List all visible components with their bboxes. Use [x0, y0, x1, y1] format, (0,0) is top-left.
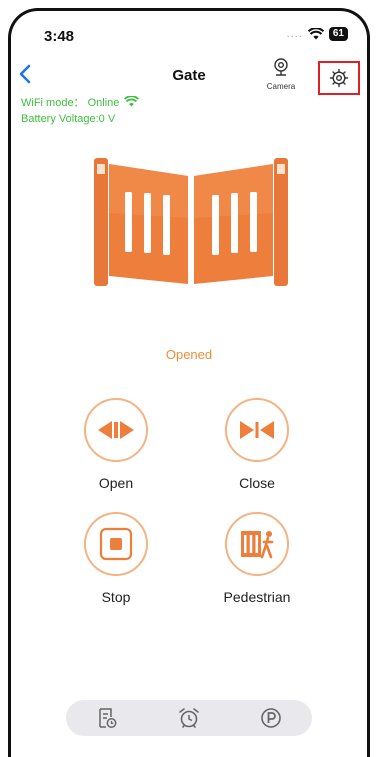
camera-icon [274, 58, 288, 76]
device-info: WiFi mode： Online Battery Voltage:0 V [21, 95, 140, 127]
pedestrian-label: Pedestrian [223, 589, 291, 605]
stop-label: Stop [101, 589, 131, 605]
battery-indicator: 61 [328, 27, 348, 41]
gate-icon [94, 158, 288, 286]
alarm-clock-icon [179, 708, 199, 728]
close-label: Close [239, 475, 275, 491]
wifi-icon [307, 28, 324, 40]
back-button[interactable] [18, 64, 32, 89]
pedestrian-icon [241, 531, 274, 559]
nav-bar: Gate Camera [0, 58, 378, 95]
open-label: Open [98, 475, 134, 491]
status-bar: 3:48 .... 61 [0, 0, 378, 48]
pedestrian-button-ring [225, 512, 289, 576]
tab-parking[interactable] [251, 703, 291, 733]
wifi-mode-text: WiFi mode： Online [21, 97, 120, 109]
chevron-left-icon [19, 64, 31, 84]
status-icons: .... 61 [287, 27, 348, 41]
wifi-online-icon [124, 95, 140, 107]
gate-state: Opened [165, 347, 213, 362]
status-time: 3:48 [44, 28, 75, 45]
open-button-ring [84, 398, 148, 462]
stop-button[interactable]: Stop [56, 512, 176, 605]
stop-button-ring [84, 512, 148, 576]
tab-log[interactable] [87, 703, 127, 733]
pedestrian-button[interactable]: Pedestrian [197, 512, 317, 605]
stop-square-icon [99, 527, 133, 561]
close-arrows-icon [240, 421, 274, 439]
cellular-signal-icon: .... [286, 28, 303, 40]
gear-icon [329, 68, 349, 88]
gate-illustration [94, 158, 288, 293]
wifi-status: WiFi mode： Online [21, 95, 140, 111]
close-button[interactable]: Close [197, 398, 317, 491]
tab-alarm[interactable] [169, 703, 209, 733]
camera-label: Camera [266, 82, 296, 91]
parking-icon [261, 708, 281, 728]
settings-button[interactable] [318, 61, 360, 95]
bottom-tabbar [66, 700, 312, 736]
open-arrows-icon [98, 421, 134, 439]
camera-button[interactable]: Camera [262, 58, 300, 91]
log-icon [99, 708, 117, 728]
open-button[interactable]: Open [56, 398, 176, 491]
close-button-ring [225, 398, 289, 462]
battery-voltage: Battery Voltage:0 V [21, 113, 116, 125]
